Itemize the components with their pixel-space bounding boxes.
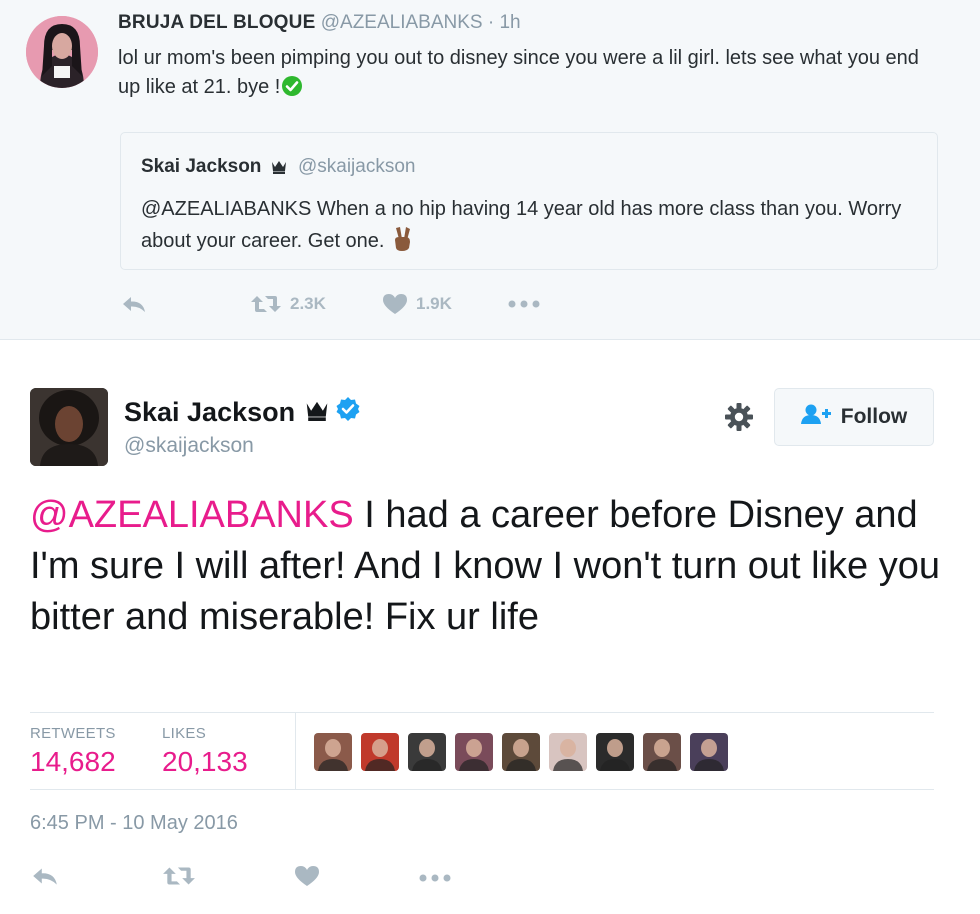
checkmark-icon	[281, 75, 303, 97]
crown-icon	[305, 397, 329, 428]
reply-icon	[30, 865, 60, 892]
more-button[interactable]	[508, 286, 540, 322]
retweet-icon	[162, 865, 196, 892]
like-button[interactable]: 1.9K	[382, 286, 452, 322]
heart-icon	[382, 293, 408, 315]
settings-button[interactable]	[722, 402, 756, 436]
heart-icon	[294, 865, 320, 892]
mention-link[interactable]: @AZEALIABANKS	[30, 494, 354, 536]
follow-label: Follow	[840, 405, 908, 428]
crown-icon	[271, 158, 287, 180]
tweet-header: BRUJA DEL BLOQUE @AZEALIABANKS · 1h	[118, 12, 521, 34]
header-separator: ·	[487, 12, 495, 33]
author-avatar[interactable]	[26, 16, 98, 88]
likes-stat[interactable]: LIKES 20,133	[162, 725, 248, 778]
retweet-button[interactable]	[162, 860, 196, 896]
retweets-value: 14,682	[30, 746, 116, 777]
parent-tweet[interactable]: BRUJA DEL BLOQUE @AZEALIABANKS · 1h lol …	[0, 0, 980, 340]
reply-button[interactable]	[30, 860, 60, 896]
tweet-text: @AZEALIABANKS I had a career before Disn…	[30, 490, 950, 643]
reply-button[interactable]	[120, 286, 148, 322]
quoted-author-name: Skai Jackson	[141, 156, 262, 177]
more-icon	[508, 300, 540, 308]
author-handle[interactable]: @skaijackson	[124, 434, 254, 458]
retweet-count: 2.3K	[290, 294, 326, 313]
author-avatar[interactable]	[30, 388, 108, 466]
quoted-body: @AZEALIABANKS When a no hip having 14 ye…	[141, 198, 902, 252]
more-icon	[418, 869, 452, 887]
liker-avatar[interactable]	[596, 733, 634, 771]
stats-divider	[295, 713, 296, 789]
liker-avatar[interactable]	[643, 733, 681, 771]
verified-icon	[335, 396, 361, 429]
follow-user-icon	[800, 403, 841, 431]
like-button[interactable]	[294, 860, 320, 896]
reply-icon	[120, 294, 148, 314]
author-name[interactable]: BRUJA DEL BLOQUE	[118, 12, 315, 33]
author-name[interactable]: Skai Jackson	[124, 397, 295, 428]
follow-button[interactable]: Follow	[774, 388, 934, 446]
likes-value: 20,133	[162, 746, 248, 777]
liker-avatar[interactable]	[408, 733, 446, 771]
liker-avatar[interactable]	[455, 733, 493, 771]
tweet-text: lol ur mom's been pimping you out to dis…	[118, 44, 938, 102]
quoted-author-handle: @skaijackson	[297, 156, 416, 177]
tweet-body: lol ur mom's been pimping you out to dis…	[118, 47, 919, 98]
author-name-row: Skai Jackson	[124, 396, 361, 429]
retweet-icon	[250, 294, 282, 314]
retweets-label: RETWEETS	[30, 725, 116, 742]
peace-sign-icon	[391, 226, 413, 252]
more-button[interactable]	[418, 860, 452, 896]
liker-avatar[interactable]	[361, 733, 399, 771]
liker-avatar[interactable]	[549, 733, 587, 771]
tweet-time[interactable]: 1h	[499, 12, 520, 33]
author-handle[interactable]: @AZEALIABANKS	[321, 12, 483, 33]
retweets-stat[interactable]: RETWEETS 14,682	[30, 725, 116, 778]
gear-icon	[724, 402, 754, 437]
tweet-timestamp[interactable]: 6:45 PM - 10 May 2016	[30, 812, 238, 835]
parent-actions: 2.3K 1.9K	[0, 286, 980, 322]
quoted-tweet[interactable]: Skai Jackson @skaijackson @AZEALIABANKS …	[120, 132, 938, 270]
quoted-header: Skai Jackson @skaijackson	[141, 156, 415, 180]
likes-label: LIKES	[162, 725, 207, 742]
liker-avatars	[314, 733, 737, 771]
tweet-stats: RETWEETS 14,682 LIKES 20,133	[30, 712, 934, 790]
liker-avatar[interactable]	[502, 733, 540, 771]
quoted-text: @AZEALIABANKS When a no hip having 14 ye…	[141, 193, 921, 257]
retweet-button[interactable]: 2.3K	[250, 286, 326, 322]
liker-avatar[interactable]	[314, 733, 352, 771]
liker-avatar[interactable]	[690, 733, 728, 771]
tweet-actions	[0, 860, 980, 896]
like-count: 1.9K	[416, 294, 452, 313]
